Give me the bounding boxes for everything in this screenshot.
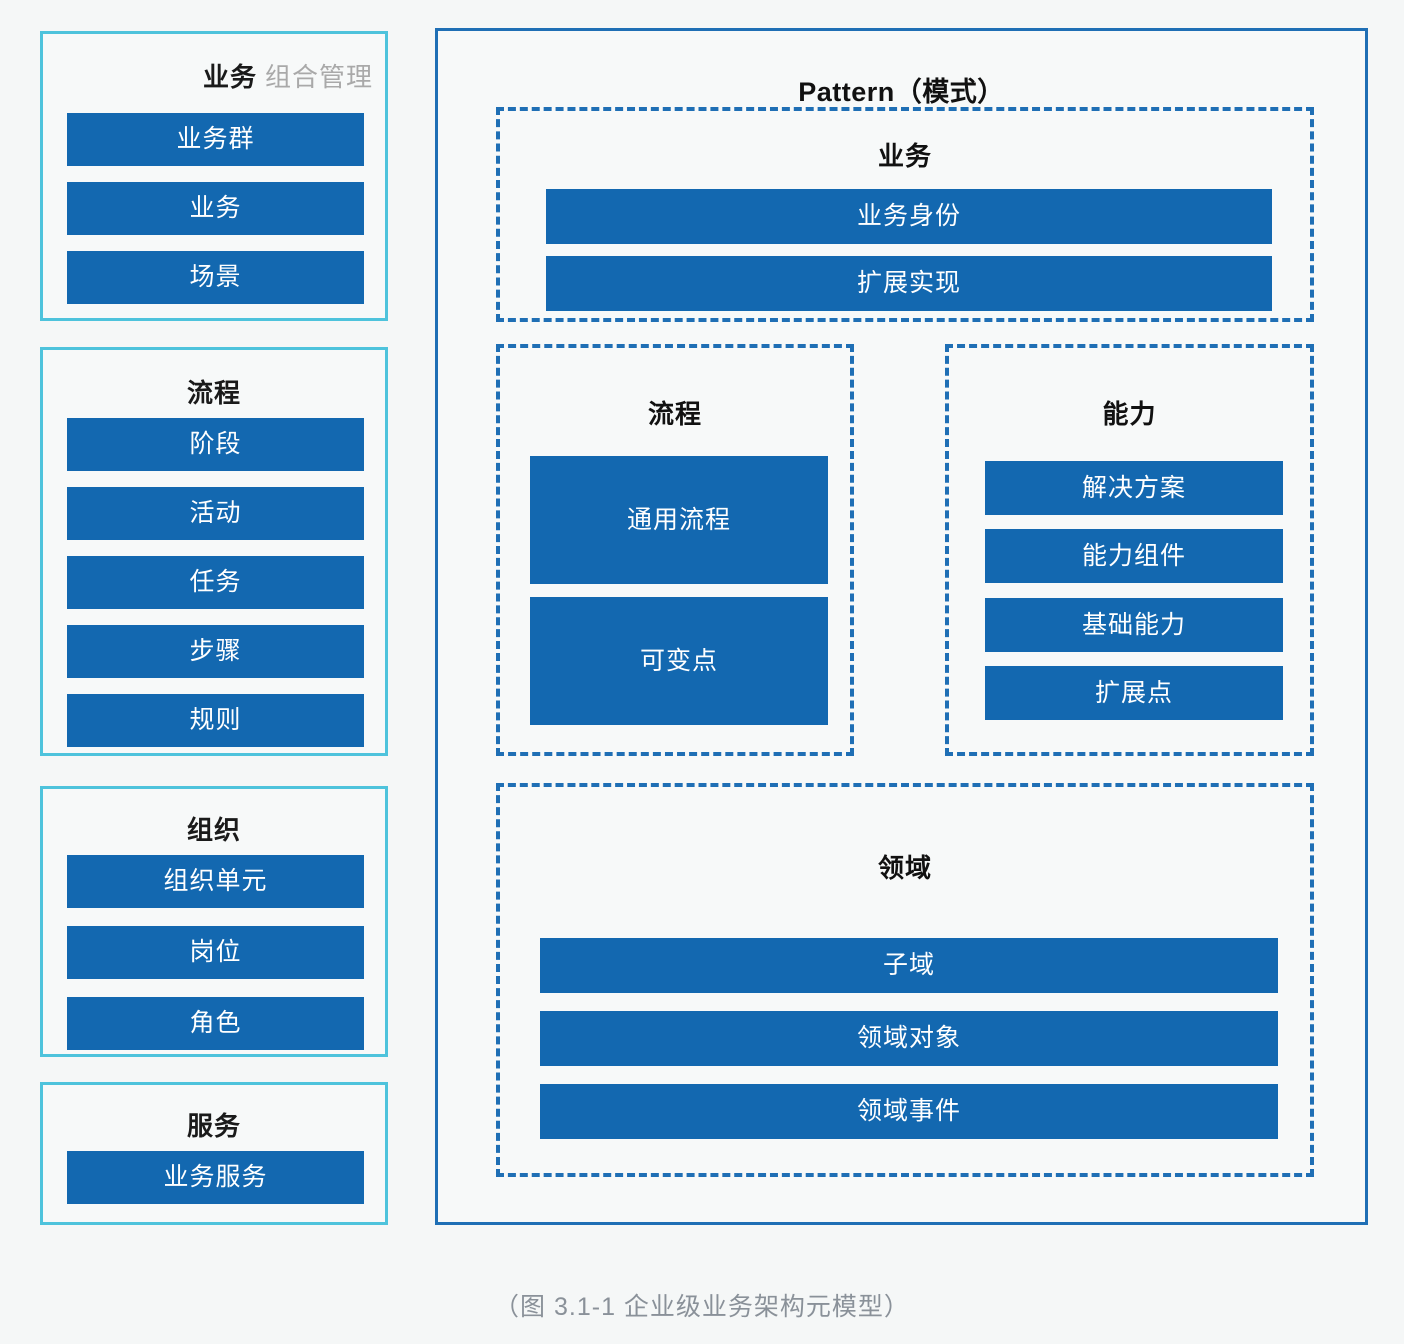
panel-service: 服务 业务服务 <box>40 1082 388 1225</box>
panel-service-title: 服务 <box>186 1111 241 1141</box>
group-pattern-process: 流程 通用流程 可变点 <box>496 344 854 756</box>
block-solution[interactable]: 解决方案 <box>985 461 1283 515</box>
block-stage[interactable]: 阶段 <box>67 418 364 471</box>
pattern-title: Pattern（模式） <box>798 77 1005 107</box>
group-pattern-business-title: 业务 <box>877 141 932 171</box>
panel-organization: 组织 组织单元 岗位 角色 <box>40 786 388 1057</box>
panel-business-portfolio-title: 业务 组合管理 <box>43 64 385 90</box>
block-step[interactable]: 步骤 <box>67 625 364 678</box>
group-pattern-business: 业务 业务身份 扩展实现 <box>496 107 1314 322</box>
block-business[interactable]: 业务 <box>67 182 364 235</box>
block-business-group[interactable]: 业务群 <box>67 113 364 166</box>
block-variation-point[interactable]: 可变点 <box>530 597 828 725</box>
panel-title-sub: 组合管理 <box>264 62 373 92</box>
block-business-service[interactable]: 业务服务 <box>67 1151 364 1204</box>
group-pattern-capability: 能力 解决方案 能力组件 基础能力 扩展点 <box>945 344 1314 756</box>
group-pattern-domain: 领域 子域 领域对象 领域事件 <box>496 783 1314 1177</box>
block-common-process[interactable]: 通用流程 <box>530 456 828 584</box>
block-domain-object[interactable]: 领域对象 <box>540 1011 1278 1066</box>
panel-pattern: Pattern（模式） 业务 业务身份 扩展实现 流程 通用流程 可变点 能力 … <box>435 28 1368 1225</box>
group-pattern-process-title: 流程 <box>647 399 702 429</box>
block-business-identity[interactable]: 业务身份 <box>546 189 1272 244</box>
figure-caption: （图 3.1-1 企业级业务架构元模型） <box>494 1293 910 1321</box>
block-extension-impl[interactable]: 扩展实现 <box>546 256 1272 311</box>
block-capability-component[interactable]: 能力组件 <box>985 529 1283 583</box>
block-extension-point[interactable]: 扩展点 <box>985 666 1283 720</box>
block-position[interactable]: 岗位 <box>67 926 364 979</box>
block-role[interactable]: 角色 <box>67 997 364 1050</box>
panel-process: 流程 阶段 活动 任务 步骤 规则 <box>40 347 388 756</box>
panel-title-main: 业务 <box>202 62 257 92</box>
panel-organization-title: 组织 <box>186 815 241 845</box>
block-scenario[interactable]: 场景 <box>67 251 364 304</box>
block-basic-capability[interactable]: 基础能力 <box>985 598 1283 652</box>
block-task[interactable]: 任务 <box>67 556 364 609</box>
diagram-canvas: 业务 组合管理 业务群 业务 场景 流程 阶段 活动 任务 步骤 规则 组织 组织… <box>0 0 1404 1344</box>
group-pattern-domain-title: 领域 <box>877 853 932 883</box>
block-org-unit[interactable]: 组织单元 <box>67 855 364 908</box>
group-pattern-capability-title: 能力 <box>1102 399 1157 429</box>
panel-business-portfolio: 业务 组合管理 业务群 业务 场景 <box>40 31 388 321</box>
panel-process-title: 流程 <box>186 378 241 408</box>
block-activity[interactable]: 活动 <box>67 487 364 540</box>
block-subdomain[interactable]: 子域 <box>540 938 1278 993</box>
block-rule[interactable]: 规则 <box>67 694 364 747</box>
block-domain-event[interactable]: 领域事件 <box>540 1084 1278 1139</box>
